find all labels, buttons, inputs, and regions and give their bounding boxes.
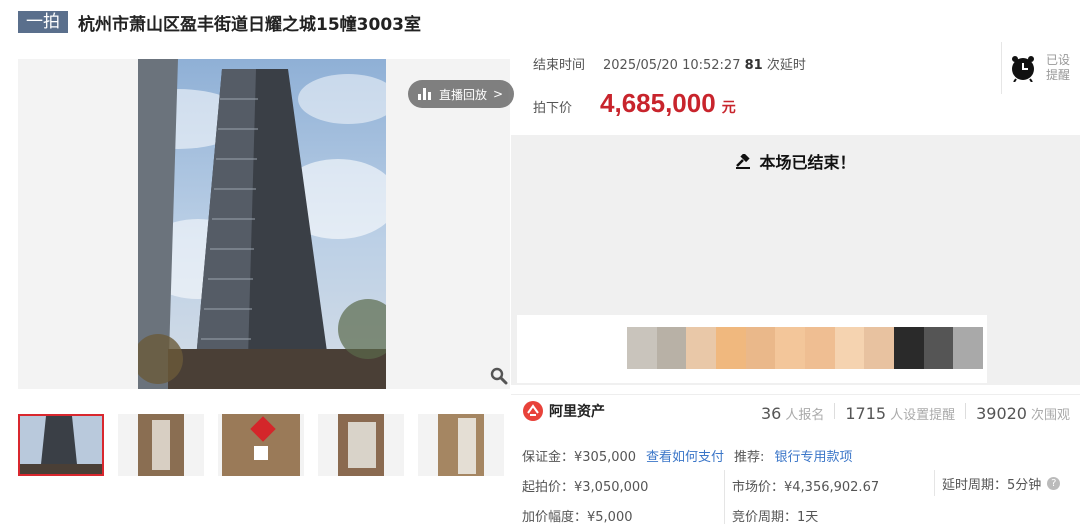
thumbnail-image — [318, 414, 404, 476]
thumbnail-3[interactable] — [218, 414, 304, 476]
end-time-row: 结束时间 2025/05/20 10:52:27 81 次延时 — [533, 54, 806, 73]
reminder-button[interactable]: 已设 提醒 — [1001, 42, 1080, 94]
title-row: 一拍 杭州市萧山区盈丰街道日耀之城15幢3003室 — [18, 8, 421, 36]
view-count: 39020 — [976, 404, 1027, 423]
main-photo[interactable] — [138, 59, 386, 389]
delay-period-row: 延时周期：5分钟 ? — [942, 474, 1061, 493]
deposit: 保证金：¥305,000 — [522, 450, 637, 465]
alarm-clock-icon — [1012, 56, 1034, 82]
pixelated-content — [627, 327, 984, 369]
divider — [965, 403, 967, 419]
recommend-label: 推荐: — [734, 450, 765, 465]
deposit-row: 保证金：¥305,000 查看如何支付 推荐: 银行专用款项 — [522, 446, 852, 465]
brand[interactable]: 阿里资产 — [523, 401, 605, 421]
thumbnail-image — [418, 414, 504, 476]
delay-count: 81 — [744, 58, 763, 73]
market-price: 市场价：¥4,356,902.67 — [732, 480, 880, 495]
image-gallery: 直播回放 > — [18, 59, 514, 389]
gavel-icon — [736, 152, 751, 169]
ended-message: 本场已结束！ — [511, 149, 1080, 173]
reminder-text: 已设 提醒 — [1046, 53, 1071, 82]
help-icon[interactable]: ? — [1047, 477, 1061, 490]
bar-chart-icon — [418, 88, 431, 100]
end-time-label: 结束时间 — [533, 58, 586, 73]
price-unit: 元 — [721, 100, 736, 116]
thumbnail-5[interactable] — [418, 414, 504, 476]
signup-count: 36 — [760, 404, 782, 423]
auction-type-badge: 一拍 — [18, 11, 68, 33]
ali-asset-logo-icon — [523, 401, 543, 421]
how-to-pay-link[interactable]: 查看如何支付 — [646, 446, 724, 465]
page-title: 杭州市萧山区盈丰街道日耀之城15幢3003室 — [78, 14, 421, 35]
stats-bar: 阿里资产 36 人报名 1715 人设置提醒 39020 次围观 — [511, 394, 1080, 430]
final-price: 4,685,000 — [600, 88, 716, 118]
bid-increment: 加价幅度：¥5,000 — [522, 510, 633, 525]
thumbnail-image — [20, 416, 102, 474]
live-replay-button[interactable]: 直播回放 > — [408, 80, 514, 108]
reminder-count: 1715 — [845, 404, 887, 423]
thumbnail-2[interactable] — [118, 414, 204, 476]
bid-period: 竞价周期：1天 — [732, 510, 819, 525]
chevron-right-icon: > — [493, 87, 504, 101]
delay-label: 次延时 — [766, 58, 806, 73]
bank-funds-link[interactable]: 银行专用款项 — [774, 446, 852, 465]
thumbnail-image — [218, 414, 304, 476]
blurred-banner — [517, 315, 987, 383]
start-price: 起拍价：¥3,050,000 — [522, 480, 649, 495]
live-replay-label: 直播回放 — [439, 87, 488, 102]
divider — [724, 470, 725, 524]
divider — [934, 470, 935, 496]
thumbnail-image — [118, 414, 204, 476]
divider — [834, 403, 836, 419]
end-time-value: 2025/05/20 10:52:27 81 次延时 — [603, 58, 806, 73]
thumbnail-strip — [18, 414, 504, 476]
price-row: 拍下价 4,685,000 元 — [533, 88, 736, 119]
price-label: 拍下价 — [533, 101, 573, 116]
thumbnail-4[interactable] — [318, 414, 404, 476]
magnifier-icon[interactable] — [490, 367, 508, 385]
auction-ended-panel: 本场已结束！ — [511, 135, 1080, 385]
delay-period: 延时周期：5分钟 — [942, 478, 1042, 493]
stats-counts: 36 人报名 1715 人设置提醒 39020 次围观 — [760, 403, 1070, 423]
thumbnail-1[interactable] — [18, 414, 104, 476]
building-photo — [138, 59, 386, 389]
